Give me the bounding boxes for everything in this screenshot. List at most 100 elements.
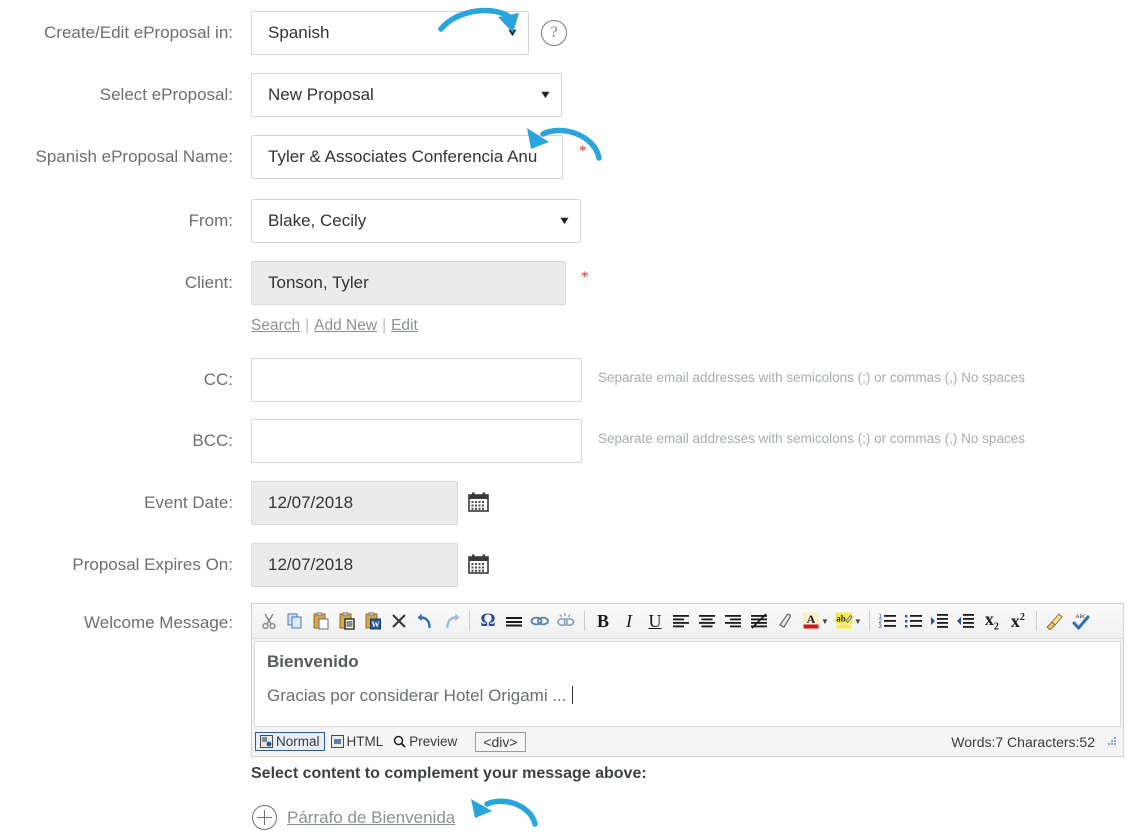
client-search-link[interactable]: Search (251, 317, 300, 334)
action-separator: | (305, 317, 310, 334)
svg-text:A: A (807, 612, 816, 626)
expires-on-label: Proposal Expires On: (72, 555, 233, 574)
editor-mode-preview-label: Preview (409, 734, 458, 749)
action-separator: | (382, 317, 387, 334)
paste-from-word-icon[interactable]: W (360, 608, 386, 634)
client-required-asterisk: * (581, 269, 589, 285)
bcc-label: BCC: (192, 431, 233, 450)
remove-format-x-icon[interactable] (386, 608, 412, 634)
italic-icon[interactable]: I (616, 608, 642, 634)
eproposal-form: Create/Edit eProposal in: Spanish ▼ ? Se… (0, 0, 1148, 834)
undo-icon[interactable] (412, 608, 438, 634)
editor-word-count: Words:7 Characters:52 (951, 733, 1095, 750)
chevron-down-icon: ▼ (538, 88, 553, 101)
event-date-calendar-icon[interactable] (468, 492, 489, 512)
client-input[interactable]: Tonson, Tyler (251, 261, 566, 305)
spellcheck-icon[interactable]: ABC (1068, 608, 1094, 634)
event-date-value: 12/07/2018 (268, 493, 354, 512)
toolbar-separator (584, 611, 585, 631)
eraser-icon[interactable] (772, 608, 798, 634)
bold-icon[interactable]: B (590, 608, 616, 634)
cut-icon[interactable] (256, 608, 282, 634)
proposal-label: Select eProposal: (99, 85, 233, 104)
from-select-value: Blake, Cecily (268, 211, 367, 230)
toolbar-separator (469, 611, 470, 631)
bcc-hint: Separate email addresses with semicolons… (598, 431, 1025, 446)
numbered-list-icon[interactable]: 123 (875, 608, 901, 634)
subscript-icon[interactable]: x2 (979, 608, 1005, 634)
cc-input[interactable] (251, 358, 582, 402)
resize-grip-icon[interactable] (1105, 736, 1117, 748)
preview-magnifier-icon (394, 735, 406, 748)
help-question-icon[interactable]: ? (541, 20, 567, 46)
plus-circle-icon (252, 805, 277, 830)
editor-content-title: Bienvenido (267, 652, 359, 671)
svg-text:ab: ab (836, 614, 846, 624)
special-character-icon[interactable]: Ω (475, 608, 501, 634)
client-value: Tonson, Tyler (268, 273, 369, 292)
text-cursor (571, 686, 573, 704)
parrafo-de-bienvenida-link[interactable]: Párrafo de Bienvenida (287, 808, 455, 828)
svg-text:W: W (371, 619, 380, 629)
editor-toolbar: W Ω B I U A ▼ ab ▼ 1 2 3 x2 x2 ABC (252, 604, 1123, 639)
align-justify-icon[interactable] (746, 608, 772, 634)
align-right-icon[interactable] (720, 608, 746, 634)
editor-mode-normal[interactable]: Normal (255, 732, 325, 751)
welcome-message-label: Welcome Message: (84, 613, 233, 632)
language-select-value: Spanish (268, 23, 330, 42)
proposal-select[interactable]: New Proposal ▼ (251, 73, 562, 117)
editor-status-bar: Normal HTML Preview <div> Words:7 Charac… (252, 727, 1123, 756)
add-parrafo-de-bienvenida-row[interactable]: Párrafo de Bienvenida (252, 805, 455, 830)
event-date-input[interactable]: 12/07/2018 (251, 481, 458, 525)
link-icon[interactable] (527, 608, 553, 634)
client-add-new-link[interactable]: Add New (314, 317, 377, 334)
client-edit-link[interactable]: Edit (391, 317, 418, 334)
paste-as-plain-text-icon[interactable] (334, 608, 360, 634)
toolbar-separator (868, 611, 870, 631)
arrow-to-parrafo-de-bienvenida-link (471, 798, 538, 827)
underline-icon[interactable]: U (642, 608, 668, 634)
unlink-icon[interactable] (553, 608, 579, 634)
content-section-title: Select content to complement your messag… (251, 765, 647, 782)
language-label: Create/Edit eProposal in: (44, 23, 233, 42)
bulleted-list-icon[interactable] (901, 608, 927, 634)
proposal-name-input[interactable]: Tyler & Associates Conferencia Anu (251, 135, 563, 179)
from-select[interactable]: Blake, Cecily ▼ (251, 199, 581, 243)
cc-hint: Separate email addresses with semicolons… (598, 370, 1025, 385)
format-painter-icon[interactable] (1042, 608, 1068, 634)
editor-element-path[interactable]: <div> (475, 731, 526, 752)
increase-indent-icon[interactable] (927, 608, 953, 634)
proposal-name-label: Spanish eProposal Name: (35, 147, 233, 166)
paste-icon[interactable] (308, 608, 334, 634)
language-select[interactable]: Spanish ▼ (251, 11, 529, 55)
svg-text:3: 3 (879, 624, 883, 630)
text-color-icon[interactable]: A (798, 608, 824, 634)
chevron-down-icon: ▼ (505, 26, 520, 39)
decrease-indent-icon[interactable] (953, 608, 979, 634)
expires-on-calendar-icon[interactable] (468, 554, 489, 574)
proposal-select-value: New Proposal (268, 85, 374, 104)
editor-mode-preview[interactable]: Preview (389, 733, 461, 750)
editor-mode-html[interactable]: HTML (327, 733, 388, 750)
expires-on-input[interactable]: 12/07/2018 (251, 543, 458, 587)
editor-mode-html-label: HTML (346, 734, 384, 749)
from-label: From: (188, 211, 233, 230)
editor-mode-normal-label: Normal (276, 734, 320, 749)
superscript-icon[interactable]: x2 (1005, 608, 1031, 634)
editor-content-body-text: Gracias por considerar Hotel Origami ... (267, 686, 567, 705)
redo-icon[interactable] (438, 608, 464, 634)
editor-content-area[interactable]: Bienvenido Gracias por considerar Hotel … (254, 641, 1121, 727)
html-view-icon (330, 735, 344, 748)
welcome-message-editor: W Ω B I U A ▼ ab ▼ 1 2 3 x2 x2 ABC Bienv… (251, 603, 1124, 757)
expires-on-value: 12/07/2018 (268, 555, 354, 574)
normal-view-icon (260, 735, 273, 748)
proposal-name-value: Tyler & Associates Conferencia Anu (268, 147, 538, 166)
client-label: Client: (184, 273, 233, 292)
bcc-input[interactable] (251, 419, 582, 463)
copy-icon[interactable] (282, 608, 308, 634)
chevron-down-icon: ▼ (557, 214, 572, 227)
align-left-icon[interactable] (668, 608, 694, 634)
horizontal-rule-icon[interactable] (501, 608, 527, 634)
highlight-color-icon[interactable]: ab (831, 608, 857, 634)
align-center-icon[interactable] (694, 608, 720, 634)
